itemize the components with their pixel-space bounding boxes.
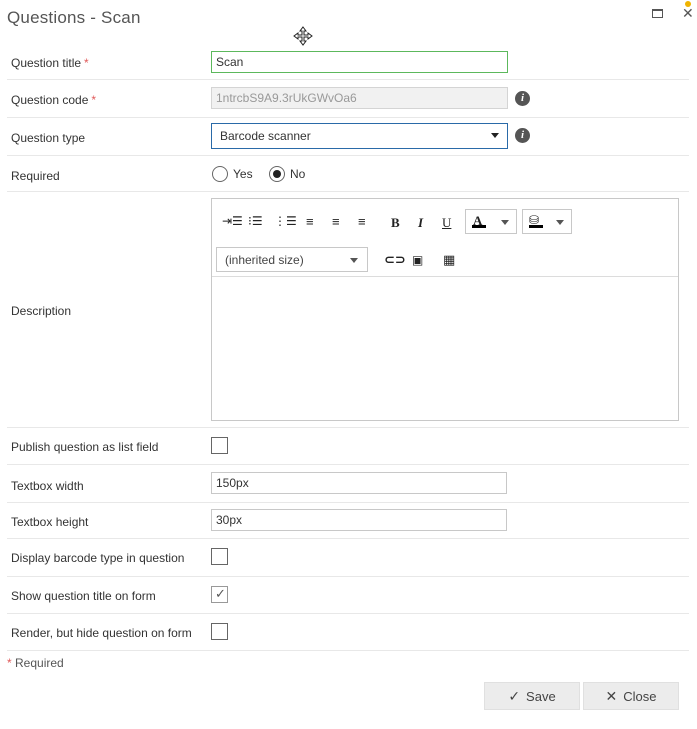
question-title-input[interactable]: Scan [211,51,508,73]
description-text-area[interactable] [212,278,678,420]
text-color-swatch [472,225,486,228]
row-question-title: Question title * Scan [7,45,689,80]
dialog-title: Questions - Scan [7,8,141,27]
required-yes-label: Yes [233,167,253,181]
row-question-code: Question code * 1ntrcbS9A9.3rUkGWvOa6 i [7,80,689,118]
underline-icon[interactable]: U [442,215,451,231]
required-note: * Required [7,656,64,670]
chevron-down-icon [556,220,564,225]
maximize-icon[interactable] [651,7,665,21]
italic-icon[interactable]: I [418,215,423,231]
font-size-value: (inherited size) [225,253,304,267]
table-icon[interactable]: ▦ [443,252,455,268]
chevron-down-icon [350,258,358,263]
textbox-width-input[interactable]: 150px [211,472,507,494]
required-no-label: No [290,167,306,181]
description-label: Description [11,304,72,318]
display-barcode-type-label: Display barcode type in question [11,551,185,565]
bold-icon[interactable]: B [391,215,400,231]
font-size-select[interactable]: (inherited size) [216,247,368,272]
row-publish-list-field: Publish question as list field [7,428,689,465]
info-icon[interactable]: i [515,128,530,143]
description-editor: ⇥☰ ⁝☰ ⋮☰ ≡ ≡ ≡ B I U A ⛁ (inherited size… [211,198,679,421]
row-question-type: Question type Barcode scanner i [7,118,689,156]
chevron-down-icon [491,133,499,138]
chevron-down-icon [501,220,509,225]
question-code-input: 1ntrcbS9A9.3rUkGWvOa6 [211,87,508,109]
required-no-radio[interactable] [269,166,285,182]
question-type-select[interactable]: Barcode scanner [211,123,508,149]
question-type-value: Barcode scanner [220,129,311,143]
highlight-color-swatch [529,225,543,228]
publish-list-field-checkbox[interactable] [211,437,228,454]
render-hide-checkbox[interactable] [211,623,228,640]
checkmark-icon: ✓ [215,586,226,601]
align-center-icon[interactable]: ≡ [332,214,340,229]
close-icon[interactable]: ✕ [682,6,696,20]
text-color-picker[interactable]: A [465,209,517,234]
required-label: Required [11,169,60,183]
align-left-icon[interactable]: ≡ [306,214,314,229]
x-icon: ✕ [605,688,618,704]
indent-icon[interactable]: ⇥☰ [222,214,243,228]
row-required: Required Yes No [7,156,689,192]
render-hide-label: Render, but hide question on form [11,626,192,640]
image-icon[interactable]: ▣ [412,253,423,267]
numbered-list-icon[interactable]: ⋮☰ [274,214,297,228]
info-icon[interactable]: i [515,91,530,106]
row-show-question-title: Show question title on form ✓ [7,577,689,614]
question-type-label: Question type [11,131,86,145]
display-barcode-type-checkbox[interactable] [211,548,228,565]
publish-list-field-label: Publish question as list field [11,440,159,454]
question-dialog: Questions - Scan ✕ Question title * Scan … [0,0,697,729]
show-question-title-label: Show question title on form [11,589,156,603]
row-display-barcode-type: Display barcode type in question [7,539,689,577]
textbox-height-label: Textbox height [11,515,89,529]
highlight-color-picker[interactable]: ⛁ [522,209,572,234]
row-render-hide: Render, but hide question on form [7,614,689,651]
question-title-label: Question title * [11,56,89,70]
bulleted-list-icon[interactable]: ⁝☰ [248,214,263,228]
textbox-width-label: Textbox width [11,479,84,493]
align-right-icon[interactable]: ≡ [358,214,366,229]
row-textbox-width: Textbox width 150px [7,465,689,503]
save-button[interactable]: ✓ Save [484,682,580,710]
textbox-height-input[interactable]: 30px [211,509,507,531]
editor-toolbar: ⇥☰ ⁝☰ ⋮☰ ≡ ≡ ≡ B I U A ⛁ (inherited size… [212,199,678,277]
question-code-label: Question code * [11,93,97,107]
close-button[interactable]: ✕ Close [583,682,679,710]
link-icon[interactable]: ⊂⊃ [384,252,406,268]
row-textbox-height: Textbox height 30px [7,503,689,539]
show-question-title-checkbox[interactable]: ✓ [211,586,228,603]
required-yes-radio[interactable] [212,166,228,182]
move-cursor-icon [293,26,313,46]
checkmark-icon: ✓ [508,688,521,704]
